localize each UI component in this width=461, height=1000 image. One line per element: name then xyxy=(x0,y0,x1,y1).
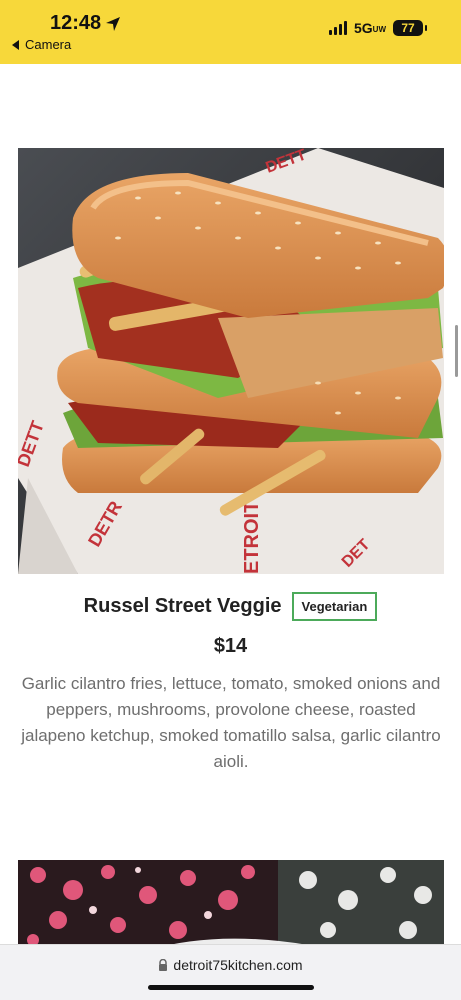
time-text: 12:48 xyxy=(50,12,102,34)
browser-address-bar[interactable]: detroit75kitchen.com xyxy=(0,944,461,1000)
item-title: Russel Street Veggie xyxy=(83,595,282,617)
home-indicator[interactable] xyxy=(148,985,314,990)
battery-level: 77 xyxy=(401,21,415,35)
sandwich-illustration: DETT DETT DETR ETROIT DET xyxy=(18,148,444,574)
battery-icon: 77 xyxy=(393,20,427,36)
page: 12:48 Camera 5GUW 77 DETT DETT DETR ETRO… xyxy=(0,0,461,1000)
url-text: detroit75kitchen.com xyxy=(173,957,303,973)
back-label: Camera xyxy=(25,37,72,52)
item-price: $14 xyxy=(213,635,248,657)
status-time: 12:48 xyxy=(50,12,121,35)
next-item-photo xyxy=(18,860,444,950)
menu-item-photo: DETT DETT DETR ETROIT DET xyxy=(18,148,444,574)
location-arrow-icon xyxy=(106,16,121,31)
status-indicators: 5GUW 77 xyxy=(328,20,427,36)
flowers-illustration xyxy=(18,860,444,950)
url-display[interactable]: detroit75kitchen.com xyxy=(0,957,461,973)
network-suffix: UW xyxy=(372,24,386,34)
vegetarian-badge: Vegetarian xyxy=(291,592,378,621)
back-chevron-icon xyxy=(12,39,19,50)
signal-icon xyxy=(328,21,347,35)
lock-icon xyxy=(159,959,168,971)
scroll-indicator[interactable] xyxy=(455,325,458,377)
item-header: Russel Street Veggie Vegetarian xyxy=(0,592,461,621)
svg-text:ETROIT: ETROIT xyxy=(241,501,263,574)
back-to-camera-button[interactable]: Camera xyxy=(12,37,71,52)
network-text: 5G xyxy=(353,20,373,36)
network-indicator: 5GUW xyxy=(354,20,386,36)
item-description: Garlic cilantro fries, lettuce, tomato, … xyxy=(21,674,441,771)
status-bar: 12:48 Camera 5GUW 77 xyxy=(0,0,461,64)
